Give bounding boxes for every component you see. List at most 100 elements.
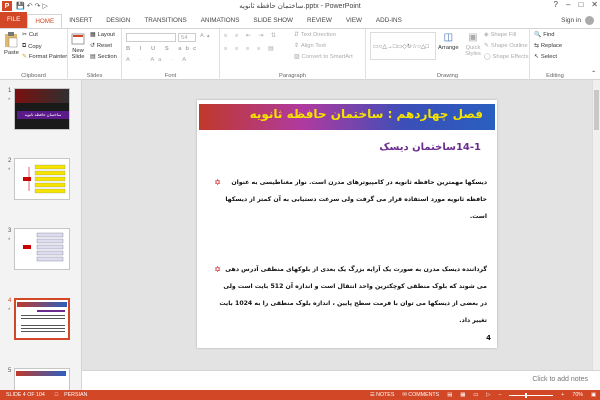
tab-design[interactable]: DESIGN (99, 14, 137, 28)
start-icon[interactable]: ▷ (42, 2, 47, 10)
slide-paragraph-1[interactable]: دیسکها مهمترین حافظه ثانویه در کامپیوتره… (217, 174, 487, 225)
spellcheck-icon[interactable]: □ (55, 392, 58, 398)
slide-subtitle[interactable]: 14-1ساختمان دیسک (379, 142, 481, 153)
zoom-out-button[interactable]: – (498, 392, 501, 398)
thumbnail-slide-5[interactable] (14, 368, 70, 390)
select-button[interactable]: ↖ Select (534, 54, 557, 60)
section-button[interactable]: ▤ Section (90, 54, 117, 60)
paste-button[interactable]: Paste (4, 32, 19, 56)
section-icon: ▤ (90, 54, 96, 60)
new-slide-button[interactable]: New Slide (71, 32, 85, 60)
transition-star-icon: * (8, 168, 11, 174)
slide-counter: SLIDE 4 OF 104 (6, 392, 45, 398)
tab-add-ins[interactable]: ADD-INS (369, 14, 409, 28)
reset-icon: ↺ (90, 43, 95, 49)
thumbnail-slide-3[interactable] (14, 228, 70, 270)
reading-view-icon[interactable]: ▭ (473, 392, 478, 398)
select-icon: ↖ (534, 54, 539, 60)
slide-page-number: 4 (486, 334, 491, 342)
new-slide-icon (71, 33, 85, 45)
font-size-box[interactable]: 54 (178, 33, 196, 42)
font-group: 54 A ▲ B I U S abc A · Aa · A Font (122, 29, 220, 80)
quick-styles-button[interactable]: ▣ Quick Styles (462, 32, 484, 57)
notes-toggle-button[interactable]: ☰ NOTES (370, 392, 394, 398)
text-direction-button[interactable]: ⇵ Text Direction (294, 32, 336, 38)
replace-button[interactable]: ⇆ Replace (534, 43, 562, 49)
user-avatar-icon[interactable] (585, 16, 594, 25)
tab-animations[interactable]: ANIMATIONS (194, 14, 247, 28)
convert-smartart-button[interactable]: ▨ Convert to SmartArt (294, 54, 353, 60)
powerpoint-icon: P (2, 1, 12, 11)
slide-title[interactable]: فصل چهاردهم : ساختمان حافظه ثانویه (250, 107, 483, 121)
grow-font-icon[interactable]: A ▲ (200, 33, 211, 39)
font-color-buttons[interactable]: A · Aa · A (126, 57, 190, 63)
font-name-box[interactable] (126, 33, 176, 42)
notes-pane[interactable]: Click to add notes (82, 370, 600, 390)
normal-view-icon[interactable]: ▤ (447, 392, 452, 398)
zoom-level[interactable]: 70% (572, 392, 583, 398)
zoom-slider-knob[interactable] (524, 392, 527, 398)
tab-transitions[interactable]: TRANSITIONS (137, 14, 193, 28)
undo-icon[interactable]: ↶ (27, 2, 33, 10)
minimize-button[interactable]: – (566, 0, 570, 9)
format-painter-button[interactable]: ✎ Format Painter (22, 54, 67, 60)
slideshow-view-icon[interactable]: ▷ (486, 392, 490, 398)
fit-slide-icon[interactable]: ▣ (591, 392, 596, 398)
comments-toggle-button[interactable]: ✉ COMMENTS (402, 392, 439, 398)
cut-button[interactable]: ✂ Cut (22, 32, 38, 38)
save-icon[interactable]: 💾 (16, 2, 25, 10)
slides-group: New Slide ▦ Layout ↺ Reset ▤ Section Slides (68, 29, 122, 80)
clipboard-label: Clipboard (21, 73, 46, 79)
thumbnail-slide-2[interactable] (14, 158, 70, 200)
shape-effects-button[interactable]: ◯ Shape Effects (484, 54, 529, 60)
current-slide[interactable]: فصل چهاردهم : ساختمان حافظه ثانویه 14-1س… (197, 100, 497, 348)
tab-slide-show[interactable]: SLIDE SHOW (246, 14, 300, 28)
vertical-scrollbar[interactable] (592, 80, 600, 370)
help-button[interactable]: ? (554, 0, 558, 9)
status-bar: SLIDE 4 OF 104 □ PERSIAN ☰ NOTES ✉ COMME… (0, 390, 600, 400)
tab-file[interactable]: FILE (0, 12, 28, 28)
ribbon-tabs: FILE HOME INSERT DESIGN TRANSITIONS ANIM… (0, 12, 600, 28)
tab-view[interactable]: VIEW (339, 14, 369, 28)
scroll-thumb[interactable] (594, 90, 599, 130)
shape-fill-button[interactable]: ◈ Shape Fill (484, 32, 516, 38)
notes-placeholder[interactable]: Click to add notes (532, 376, 588, 383)
align-buttons[interactable]: ≡ ≡ ≡ ≡ ▤ (224, 46, 276, 52)
drawing-label: Drawing (436, 73, 459, 79)
reset-button[interactable]: ↺ Reset (90, 43, 112, 49)
tab-review[interactable]: REVIEW (300, 14, 339, 28)
arrange-button[interactable]: ◫ Arrange (438, 32, 459, 51)
effects-icon: ◯ (484, 54, 491, 60)
transition-star-icon: * (8, 308, 11, 314)
slide-paragraph-2[interactable]: گرداننده دیسک مدرن به صورت یک آرایه بزرگ… (217, 261, 487, 329)
zoom-in-button[interactable]: + (561, 392, 564, 398)
find-button[interactable]: 🔍 Find (534, 32, 555, 38)
zoom-slider[interactable] (509, 392, 554, 398)
scissors-icon: ✂ (22, 32, 27, 38)
slide-sorter-icon[interactable]: ▦ (460, 392, 465, 398)
font-style-buttons[interactable]: B I U S abc (126, 46, 200, 52)
arrange-icon: ◫ (443, 32, 454, 43)
align-text-icon: ⇕ (294, 43, 299, 49)
title-bar: P 💾 ↶ ↷ ▷ ساختمان حافظه ثانویه.pptx - Po… (0, 0, 600, 12)
copy-button[interactable]: ⧉ Copy (22, 43, 42, 50)
layout-button[interactable]: ▦ Layout (90, 32, 115, 38)
redo-icon[interactable]: ↷ (35, 2, 41, 10)
copy-icon: ⧉ (22, 43, 27, 49)
sign-in-link[interactable]: Sign in (561, 17, 581, 24)
tab-insert[interactable]: INSERT (62, 14, 99, 28)
quick-styles-icon: ▣ (468, 32, 478, 43)
shapes-gallery[interactable]: ▭○△→□▭◇↻☆○△□ (370, 32, 436, 60)
shape-outline-button[interactable]: ✎ Shape Outline (484, 43, 528, 49)
language-indicator[interactable]: PERSIAN (64, 392, 87, 398)
align-text-button[interactable]: ⇕ Align Text (294, 43, 326, 49)
fill-icon: ◈ (484, 32, 489, 38)
tab-home[interactable]: HOME (27, 14, 63, 28)
close-button[interactable]: ✕ (591, 0, 598, 9)
maximize-button[interactable]: □ (578, 0, 583, 9)
collapse-ribbon-icon[interactable]: ⌃ (591, 71, 596, 77)
list-buttons[interactable]: ≡ ≡ ⇤ ⇥ ⇅ (224, 33, 279, 39)
thumbnail-slide-4[interactable] (14, 298, 70, 340)
outline-icon: ✎ (484, 43, 489, 49)
thumbnail-slide-1[interactable]: ساختمان حافظه ثانویه (14, 88, 70, 130)
